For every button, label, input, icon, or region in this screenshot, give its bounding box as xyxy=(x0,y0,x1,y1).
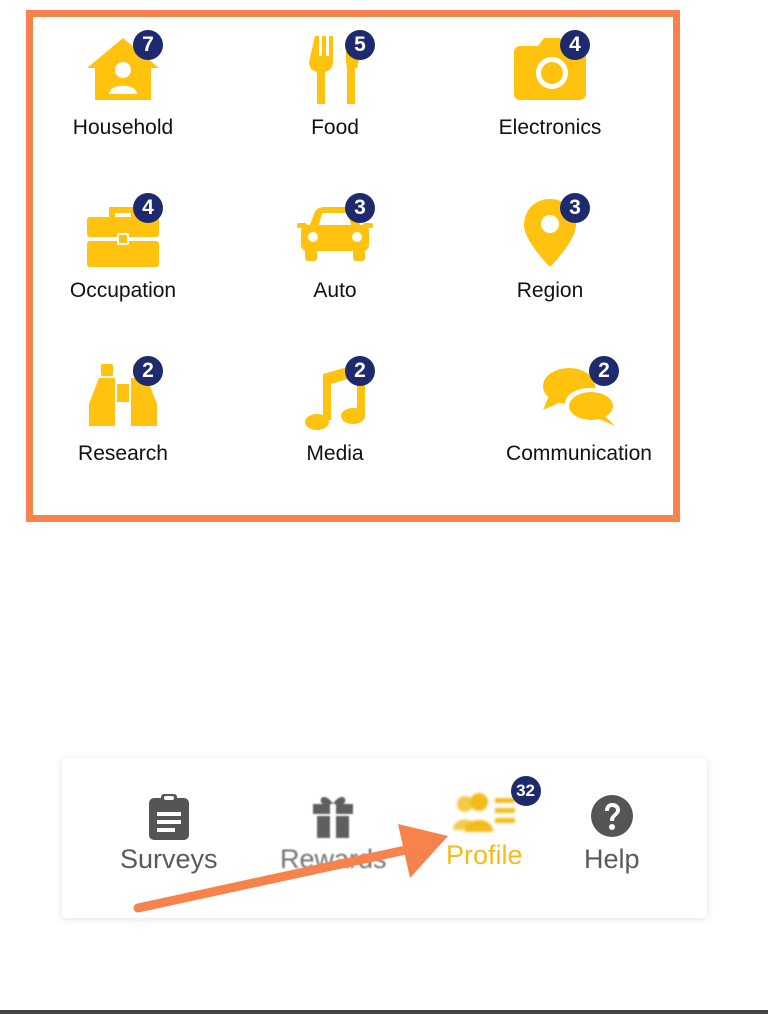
category-count-badge: 2 xyxy=(345,356,375,386)
category-label: Media xyxy=(306,442,364,465)
category-household[interactable]: 7 Household xyxy=(28,30,218,150)
category-label: Region xyxy=(516,279,584,302)
page: 7 Household 5 Food 4 Electronics 4 Occup… xyxy=(0,0,768,1014)
category-count-badge: 3 xyxy=(345,193,375,223)
category-count-badge: 2 xyxy=(133,356,163,386)
category-count-badge: 3 xyxy=(560,193,590,223)
category-count-badge: 7 xyxy=(133,30,163,60)
category-communication[interactable]: 2 Communication xyxy=(484,356,674,476)
category-food[interactable]: 5 Food xyxy=(240,30,430,150)
category-count-badge: 5 xyxy=(345,30,375,60)
bottom-navigation: Surveys Rewards 32 Profile Help xyxy=(62,758,707,918)
binoculars-icon: 2 xyxy=(75,356,171,436)
profile-list-icon: 32 xyxy=(449,776,541,836)
category-label: Occupation xyxy=(69,279,177,302)
category-count-badge: 2 xyxy=(589,356,619,386)
category-label: Auto xyxy=(313,279,357,302)
category-region[interactable]: 3 Region xyxy=(455,193,645,313)
clipboard-icon xyxy=(145,792,193,840)
nav-surveys[interactable]: Surveys xyxy=(120,792,218,875)
category-label: Food xyxy=(311,116,359,139)
bottom-edge-line xyxy=(0,1010,768,1014)
fork-knife-icon: 5 xyxy=(287,30,383,110)
question-circle-icon xyxy=(588,792,636,840)
category-label: Household xyxy=(72,116,174,139)
location-pin-icon: 3 xyxy=(502,193,598,273)
category-media[interactable]: 2 Media xyxy=(240,356,430,476)
category-count-badge: 4 xyxy=(133,193,163,223)
profile-count-badge: 32 xyxy=(510,776,541,806)
nav-label: Profile xyxy=(446,840,523,870)
toolbox-icon: 4 xyxy=(75,193,171,273)
nav-help[interactable]: Help xyxy=(584,792,640,875)
category-occupation[interactable]: 4 Occupation xyxy=(28,193,218,313)
music-note-icon: 2 xyxy=(287,356,383,436)
category-auto[interactable]: 3 Auto xyxy=(240,193,430,313)
car-icon: 3 xyxy=(287,193,383,273)
house-person-icon: 7 xyxy=(75,30,171,110)
category-label: Electronics xyxy=(498,116,602,139)
category-research[interactable]: 2 Research xyxy=(28,356,218,476)
category-label: Research xyxy=(78,442,168,465)
nav-profile[interactable]: 32 Profile xyxy=(446,776,541,871)
cut-off-header xyxy=(240,0,530,4)
nav-label: Rewards xyxy=(280,844,387,874)
nav-rewards[interactable]: Rewards xyxy=(280,792,387,875)
category-count-badge: 4 xyxy=(560,30,590,60)
camera-icon: 4 xyxy=(502,30,598,110)
nav-label: Help xyxy=(584,844,640,874)
category-label: Communication xyxy=(506,442,652,465)
nav-label: Surveys xyxy=(120,844,218,874)
chat-bubbles-icon: 2 xyxy=(531,356,627,436)
category-electronics[interactable]: 4 Electronics xyxy=(455,30,645,150)
gift-icon xyxy=(309,792,357,840)
